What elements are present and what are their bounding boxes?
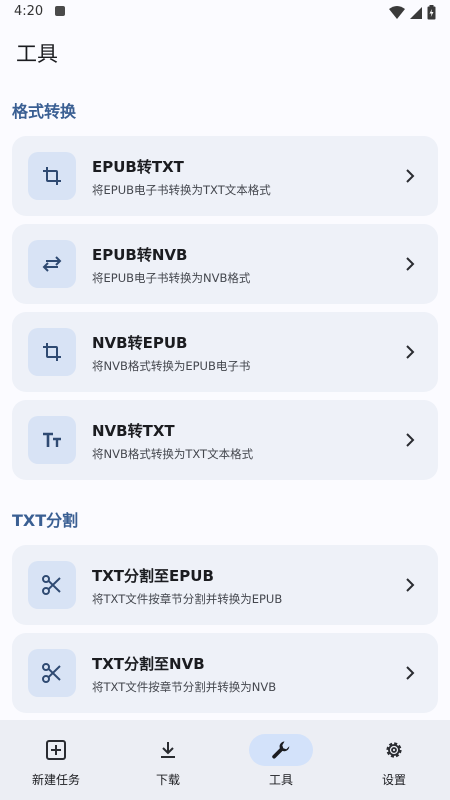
- card-icon-box: [28, 240, 76, 288]
- nav-icon-wrap: [362, 734, 426, 766]
- tool-card-nvb-to-txt[interactable]: NVB转TXT 将NVB格式转换为TXT文本格式: [12, 400, 438, 480]
- card-title: EPUB转TXT: [92, 158, 184, 176]
- tool-card-epub-to-txt[interactable]: EPUB转TXT 将EPUB电子书转换为TXT文本格式: [12, 136, 438, 216]
- card-title: NVB转TXT: [92, 422, 175, 440]
- tool-card-epub-to-nvb[interactable]: EPUB转NVB 将EPUB电子书转换为NVB格式: [12, 224, 438, 304]
- section-header-txt-split: TXT分割: [12, 511, 79, 530]
- card-title: NVB转EPUB: [92, 334, 188, 352]
- card-title: EPUB转NVB: [92, 246, 188, 264]
- status-time: 4:20: [14, 4, 44, 19]
- card-subtitle: 将TXT文件按章节分割并转换为EPUB: [92, 592, 283, 606]
- card-subtitle: 将NVB格式转换为EPUB电子书: [92, 359, 251, 373]
- chevron-right-icon: [406, 345, 415, 359]
- card-subtitle: 将EPUB电子书转换为NVB格式: [92, 271, 251, 285]
- signal-icon: [410, 6, 422, 19]
- nav-item-new-task[interactable]: 新建任务: [0, 720, 112, 800]
- bottom-navigation: 新建任务 下载 工具 设置: [0, 720, 450, 800]
- section-header-format-conversion: 格式转换: [12, 102, 77, 121]
- chevron-right-icon: [406, 433, 415, 447]
- wifi-icon: [389, 5, 405, 19]
- chevron-right-icon: [406, 257, 415, 271]
- download-icon: [161, 742, 175, 758]
- chevron-right-icon: [406, 169, 415, 183]
- nav-label: 工具: [268, 773, 293, 787]
- wrench-icon: [272, 741, 290, 759]
- status-bar: 4:20: [0, 0, 450, 24]
- scissors-icon: [42, 663, 61, 683]
- text-size-icon: [43, 432, 61, 447]
- nav-icon-wrap: [136, 734, 200, 766]
- nav-item-download[interactable]: 下载: [112, 720, 224, 800]
- card-icon-box: [28, 649, 76, 697]
- card-icon-box: [28, 416, 76, 464]
- chevron-right-icon: [406, 578, 415, 592]
- nav-item-settings[interactable]: 设置: [338, 720, 450, 800]
- battery-icon: [427, 5, 436, 20]
- card-title: TXT分割至NVB: [92, 655, 205, 673]
- card-icon-box: [28, 152, 76, 200]
- crop-icon: [43, 343, 61, 361]
- nav-label: 下载: [155, 773, 180, 787]
- notification-icon: [55, 6, 65, 16]
- chevron-right-icon: [406, 666, 415, 680]
- card-icon-box: [28, 328, 76, 376]
- add-box-icon: [46, 740, 66, 760]
- status-icons: [389, 5, 436, 20]
- swap-icon: [42, 256, 62, 272]
- nav-label: 设置: [381, 773, 406, 787]
- card-title: TXT分割至EPUB: [92, 567, 214, 585]
- scissors-icon: [42, 575, 61, 595]
- card-subtitle: 将NVB格式转换为TXT文本格式: [92, 447, 254, 461]
- nav-item-tools[interactable]: 工具: [225, 720, 337, 800]
- card-subtitle: 将TXT文件按章节分割并转换为NVB: [92, 680, 277, 694]
- gear-icon: [386, 742, 402, 758]
- nav-label: 新建任务: [31, 773, 80, 787]
- tool-card-txt-split-to-nvb[interactable]: TXT分割至NVB 将TXT文件按章节分割并转换为NVB: [12, 633, 438, 713]
- crop-icon: [43, 167, 61, 185]
- nav-icon-wrap: [249, 734, 313, 766]
- nav-icon-wrap: [24, 734, 88, 766]
- tool-card-txt-split-to-epub[interactable]: TXT分割至EPUB 将TXT文件按章节分割并转换为EPUB: [12, 545, 438, 625]
- page-title: 工具: [16, 42, 58, 66]
- card-icon-box: [28, 561, 76, 609]
- tool-card-nvb-to-epub[interactable]: NVB转EPUB 将NVB格式转换为EPUB电子书: [12, 312, 438, 392]
- card-subtitle: 将EPUB电子书转换为TXT文本格式: [92, 183, 271, 197]
